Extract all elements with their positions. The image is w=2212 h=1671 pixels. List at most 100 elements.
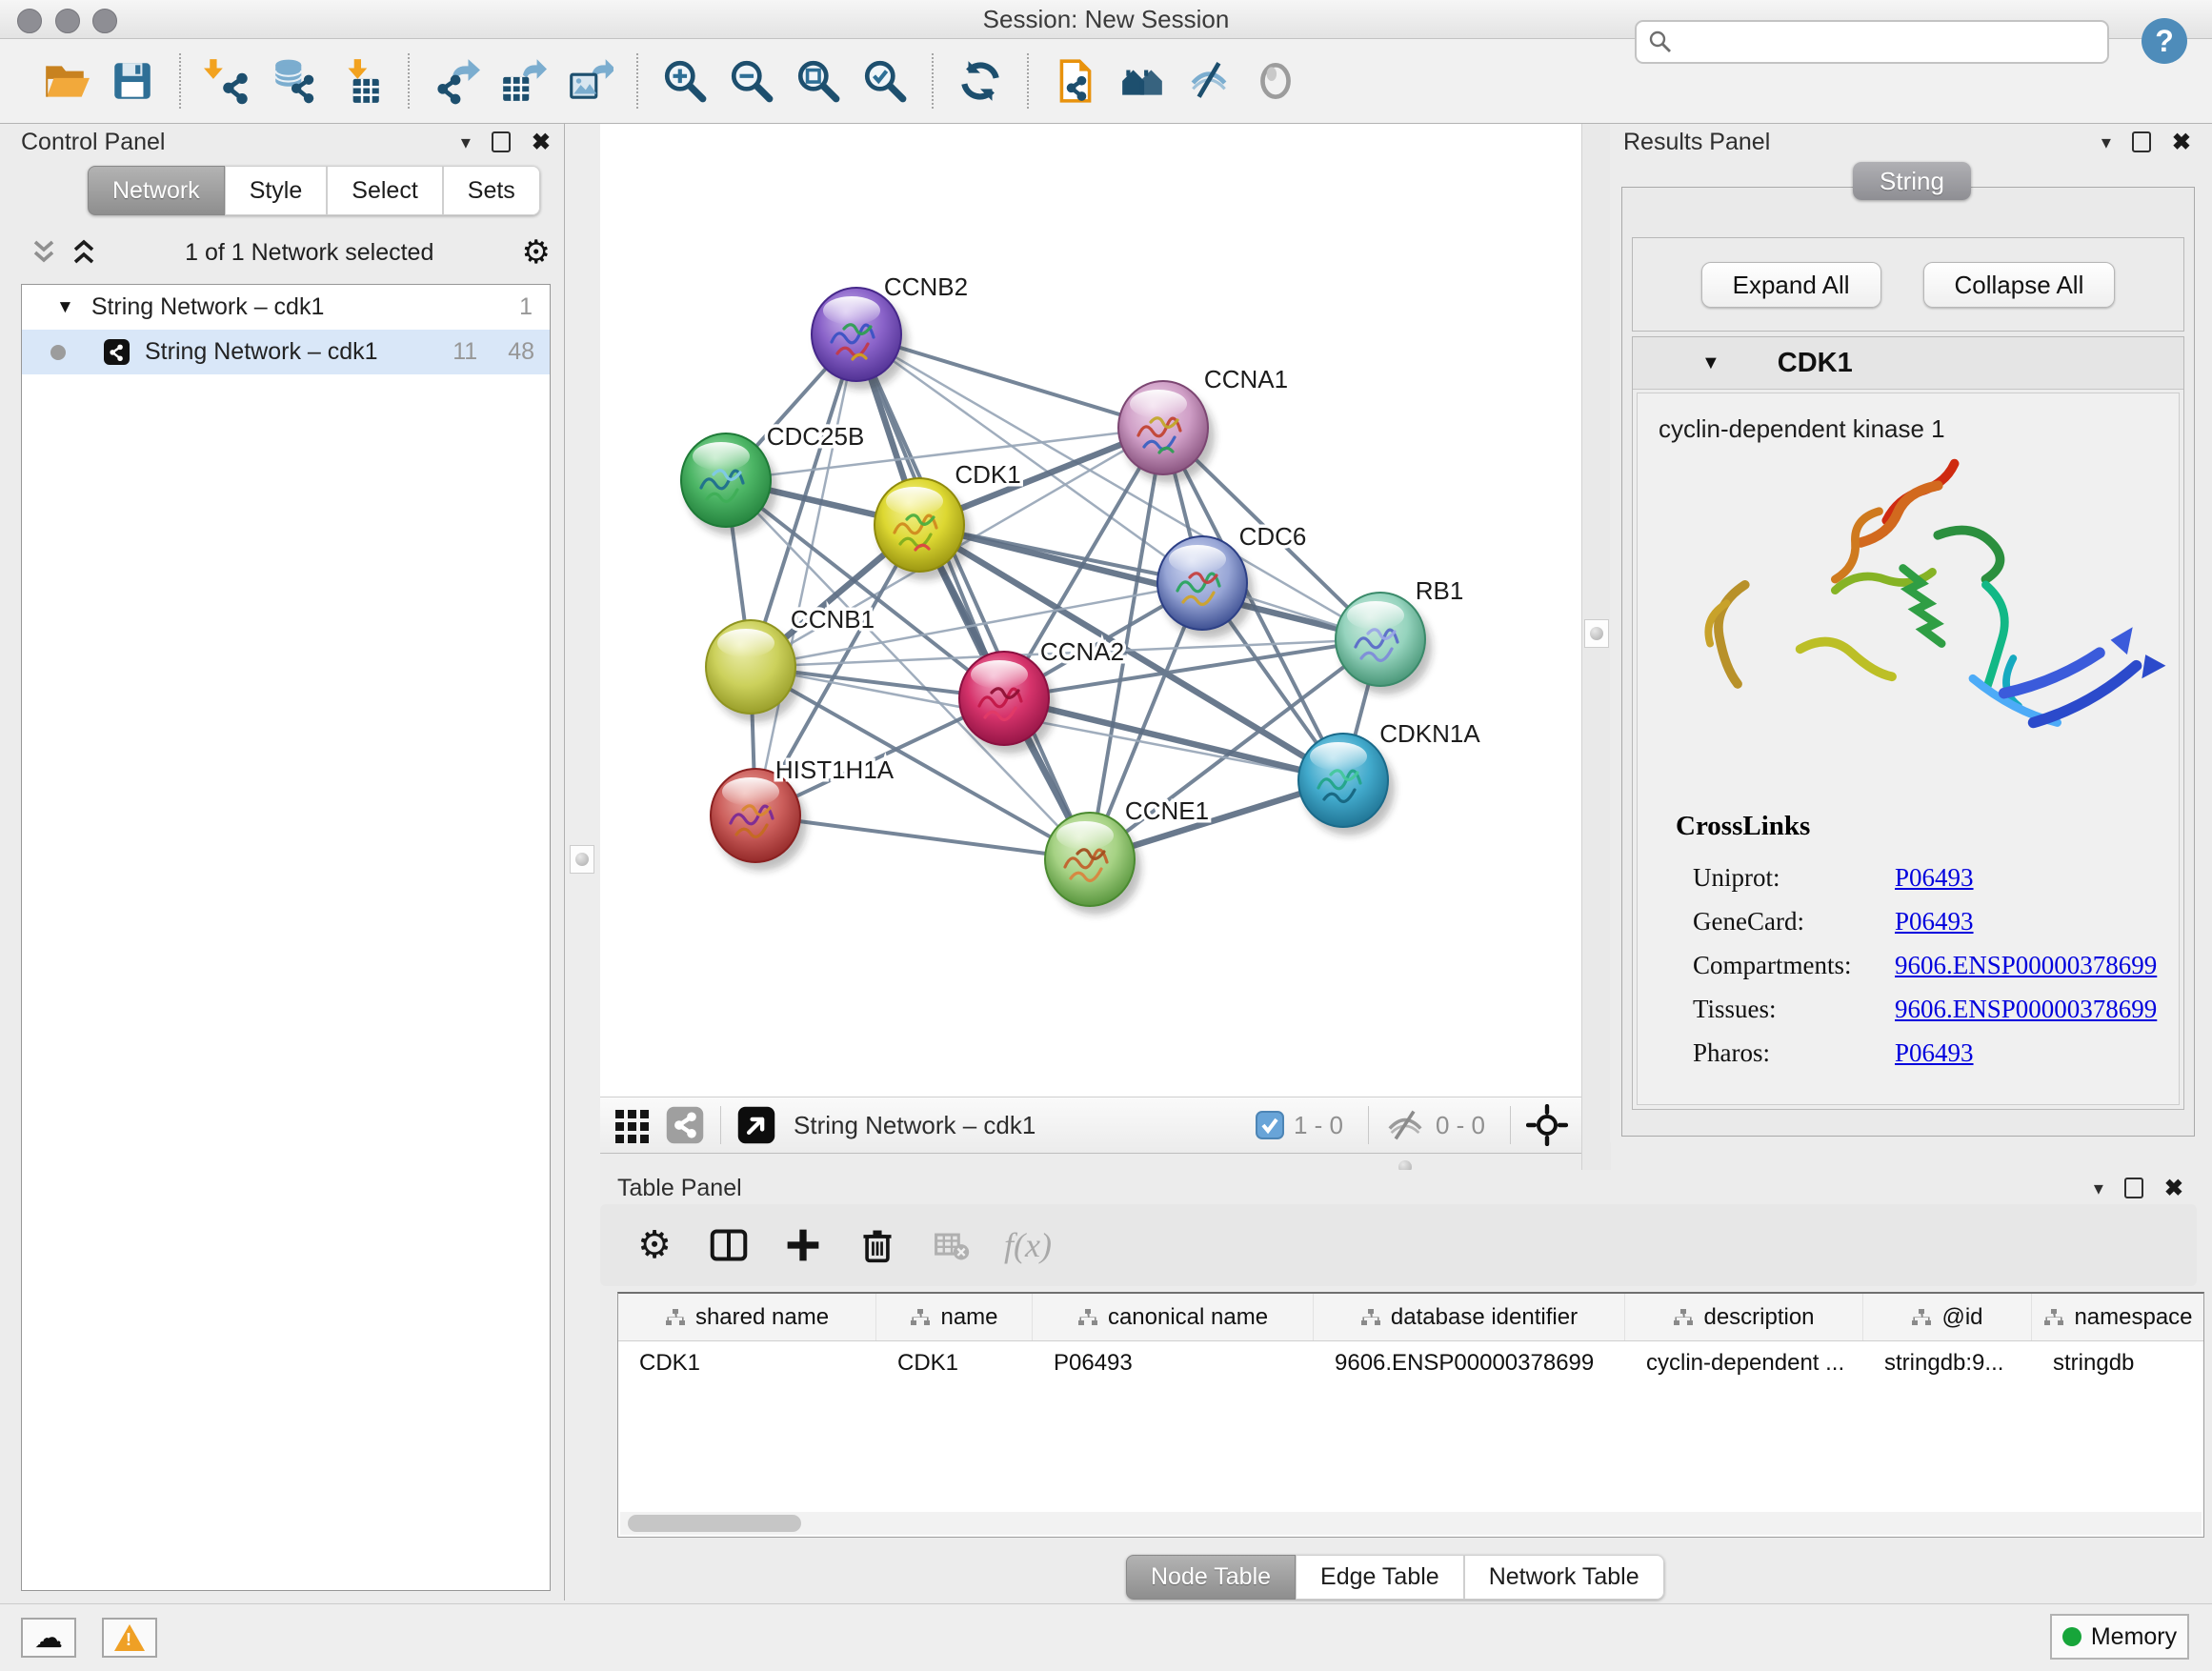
control-panel-float-icon[interactable]	[492, 131, 511, 152]
warnings-button[interactable]: !	[102, 1618, 157, 1658]
control-panel-close-icon[interactable]: ✖	[532, 129, 551, 156]
collapse-all-networks-icon[interactable]	[30, 238, 57, 267]
delete-column-trash-icon[interactable]	[855, 1223, 899, 1267]
crosslink-link[interactable]: 9606.ENSP00000378699	[1895, 995, 2157, 1023]
results-panel-float-icon[interactable]	[2132, 131, 2151, 152]
column-header-description[interactable]: description	[1625, 1294, 1863, 1340]
zoom-fit-icon[interactable]	[785, 46, 852, 116]
crosslink-link[interactable]: 9606.ENSP00000378699	[1895, 951, 2157, 979]
left-panel-divider[interactable]	[565, 124, 600, 1601]
import-database-icon[interactable]	[261, 46, 328, 116]
left-divider-grip[interactable]	[570, 845, 594, 874]
tab-network[interactable]: Network	[88, 166, 225, 215]
import-network-icon[interactable]	[194, 46, 261, 116]
network-canvas[interactable]: CCNB2CCNA1CDC25BCDK1CDC6RB1CCNB1CCNA2CDK…	[600, 124, 1581, 1097]
export-image-icon[interactable]	[556, 46, 623, 116]
network-collection-row[interactable]: ▼ String Network – cdk1 1	[22, 285, 550, 330]
gene-section-header[interactable]: ▼ CDK1	[1633, 337, 2183, 390]
refresh-layout-icon[interactable]	[947, 46, 1014, 116]
import-table-icon[interactable]	[328, 46, 394, 116]
table-cell[interactable]: CDK1	[876, 1341, 1033, 1385]
birdseye-view-icon[interactable]	[736, 1105, 776, 1145]
results-panel-close-icon[interactable]: ✖	[2172, 129, 2191, 156]
collection-expand-caret-icon[interactable]: ▼	[56, 297, 74, 318]
tab-network-table[interactable]: Network Table	[1464, 1555, 1664, 1600]
show-graphics-icon[interactable]	[1242, 46, 1309, 116]
node-table[interactable]: shared namenamecanonical namedatabase id…	[617, 1292, 2204, 1538]
node-CDC6[interactable]	[1157, 536, 1254, 638]
hidden-eye-slash-icon[interactable]	[1384, 1108, 1426, 1142]
crosslink-link[interactable]: P06493	[1895, 907, 1974, 936]
tab-style[interactable]: Style	[225, 166, 328, 215]
tab-select[interactable]: Select	[327, 166, 442, 215]
tab-edge-table[interactable]: Edge Table	[1296, 1555, 1464, 1600]
table-options-gear-icon[interactable]: ⚙	[633, 1223, 676, 1267]
create-column-plus-icon[interactable]	[781, 1223, 825, 1267]
table-cell[interactable]: stringdb	[2032, 1341, 2204, 1385]
gene-collapse-caret-icon[interactable]: ▼	[1701, 352, 1720, 374]
control-panel-collapse-icon[interactable]: ▾	[461, 131, 471, 154]
node-CDC25B[interactable]	[681, 433, 777, 535]
column-header-name[interactable]: name	[876, 1294, 1033, 1340]
table-row[interactable]: CDK1CDK1P064939606.ENSP00000378699cyclin…	[618, 1341, 2203, 1385]
fit-content-crosshair-icon[interactable]	[1526, 1104, 1568, 1146]
table-panel-float-icon[interactable]	[2124, 1178, 2143, 1198]
table-horizontal-scrollbar[interactable]	[620, 1512, 2202, 1535]
node-label-CCNA1: CCNA1	[1204, 365, 1288, 393]
zoom-in-icon[interactable]	[652, 46, 718, 116]
home-houses-icon[interactable]	[1109, 46, 1176, 116]
search-input[interactable]	[1673, 23, 2107, 61]
show-columns-icon[interactable]	[707, 1223, 751, 1267]
table-cell[interactable]: P06493	[1033, 1341, 1314, 1385]
export-table-icon[interactable]	[490, 46, 556, 116]
cloud-status-button[interactable]: ☁	[21, 1618, 76, 1658]
zoom-out-icon[interactable]	[718, 46, 785, 116]
export-network-icon[interactable]	[423, 46, 490, 116]
right-panel-divider[interactable]	[1581, 124, 1611, 1170]
table-panel-collapse-icon[interactable]: ▾	[2094, 1177, 2103, 1200]
memory-button[interactable]: Memory	[2050, 1614, 2189, 1660]
network-file-share-icon[interactable]	[1042, 46, 1109, 116]
tab-node-table[interactable]: Node Table	[1126, 1555, 1296, 1600]
crosslink-link[interactable]: P06493	[1895, 863, 1974, 892]
right-divider-grip[interactable]	[1584, 619, 1609, 648]
column-header-canonical-name[interactable]: canonical name	[1033, 1294, 1314, 1340]
save-session-icon[interactable]	[99, 46, 166, 116]
hide-graphics-icon[interactable]	[1176, 46, 1242, 116]
node-CDKN1A[interactable]	[1298, 734, 1395, 836]
table-cell[interactable]: 9606.ENSP00000378699	[1314, 1341, 1625, 1385]
selected-checkbox-icon[interactable]	[1256, 1111, 1284, 1139]
scrollbar-thumb[interactable]	[628, 1515, 801, 1532]
table-cell[interactable]: CDK1	[618, 1341, 876, 1385]
column-header-shared-name[interactable]: shared name	[618, 1294, 876, 1340]
column-header-namespace[interactable]: namespace	[2032, 1294, 2204, 1340]
share-view-icon[interactable]	[665, 1105, 705, 1145]
expand-all-button[interactable]: Expand All	[1701, 262, 1881, 308]
table-panel-close-icon[interactable]: ✖	[2164, 1175, 2183, 1202]
open-session-icon[interactable]	[32, 46, 99, 116]
edge-CCNB2-HIST1H1A[interactable]	[755, 334, 856, 815]
column-header-database-identifier[interactable]: database identifier	[1314, 1294, 1625, 1340]
node-CCNA1[interactable]	[1118, 381, 1215, 483]
grid-view-icon[interactable]	[613, 1106, 652, 1144]
gene-details-scroll-area[interactable]: ▼ CDK1 cyclin-dependent kinase 1	[1632, 336, 2184, 1110]
node-CCNB2[interactable]	[812, 288, 908, 390]
crosslink-link[interactable]: P06493	[1895, 1038, 1974, 1067]
results-panel-collapse-icon[interactable]: ▾	[2101, 131, 2111, 154]
network-row-selected[interactable]: String Network – cdk1 11 48	[22, 330, 550, 374]
table-cell[interactable]: cyclin-dependent ...	[1625, 1341, 1863, 1385]
node-RB1[interactable]	[1336, 593, 1432, 695]
collapse-all-button[interactable]: Collapse All	[1923, 262, 2116, 308]
node-CDK1[interactable]	[875, 478, 971, 580]
help-icon[interactable]: ?	[2142, 18, 2187, 64]
tab-string[interactable]: String	[1853, 162, 1971, 200]
network-options-gear-icon[interactable]: ⚙	[522, 236, 551, 269]
column-header-@id[interactable]: @id	[1863, 1294, 2032, 1340]
tab-sets[interactable]: Sets	[443, 166, 540, 215]
search-box[interactable]	[1635, 20, 2109, 64]
table-cell[interactable]: stringdb:9...	[1863, 1341, 2032, 1385]
zoom-selected-icon[interactable]	[852, 46, 918, 116]
node-HIST1H1A[interactable]	[711, 769, 807, 871]
expand-all-networks-icon[interactable]	[70, 238, 97, 267]
node-CCNE1[interactable]	[1045, 813, 1141, 915]
